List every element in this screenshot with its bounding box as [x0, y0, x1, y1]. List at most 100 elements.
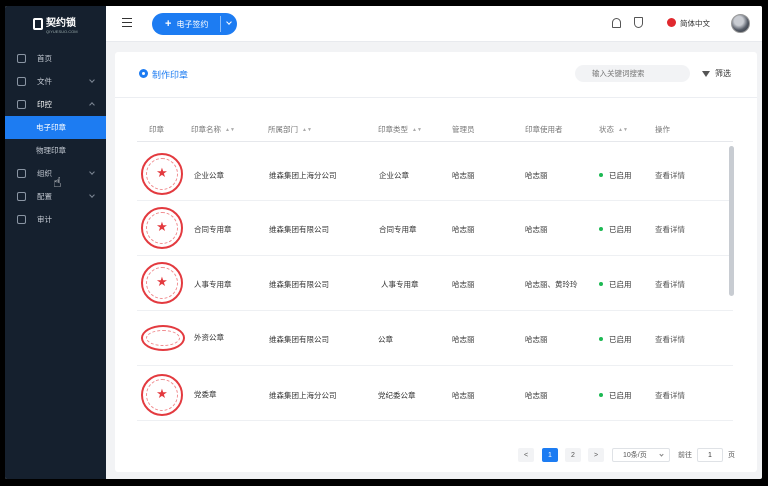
- logo-subtext: QIYUESUO.COM: [46, 29, 78, 34]
- seal-name: 党委章: [194, 390, 217, 399]
- page-size-value: 10条/页: [623, 452, 647, 459]
- home-icon: [17, 54, 26, 63]
- status-badge: 已启用: [599, 224, 632, 235]
- next-page-button[interactable]: >: [588, 448, 604, 462]
- user-icon: [17, 100, 26, 109]
- page-unit-label: 页: [728, 452, 735, 459]
- status-text: 已启用: [609, 171, 632, 180]
- goto-page-input[interactable]: 1: [697, 448, 723, 462]
- column-header-dept[interactable]: 所属部门 ▲▼: [268, 124, 312, 135]
- sidebar-item-label: 组织: [37, 169, 52, 178]
- sidebar-item-home[interactable]: 首页: [5, 47, 106, 70]
- menu-collapse-icon[interactable]: [122, 18, 132, 27]
- avatar[interactable]: [731, 14, 750, 33]
- column-label: 所属部门: [268, 125, 298, 134]
- make-seal-link[interactable]: 制作印章: [152, 68, 188, 81]
- search-input[interactable]: [575, 65, 690, 82]
- view-details-link[interactable]: 查看详情: [655, 334, 685, 345]
- seal-image: ★: [141, 207, 183, 249]
- seal-admin: 哈志丽: [452, 335, 475, 344]
- filter-button[interactable]: 筛选: [702, 68, 731, 79]
- chevron-down-icon[interactable]: [226, 19, 232, 25]
- status-badge: 已启用: [599, 334, 632, 345]
- seal-dept: 维森集团有限公司: [269, 225, 329, 234]
- panel-header: 制作印章 筛选: [115, 52, 757, 98]
- view-details-link[interactable]: 查看详情: [655, 390, 685, 401]
- sidebar-item-files[interactable]: 文件: [5, 70, 106, 93]
- seal-image: [141, 325, 185, 351]
- seal-type: 党纪委公章: [378, 391, 416, 400]
- sidebar-item-physical-seal[interactable]: 物理印章: [5, 139, 106, 162]
- seal-admin: 哈志丽: [452, 171, 475, 180]
- sort-icon[interactable]: ▲▼: [302, 127, 312, 133]
- language-selector[interactable]: 简体中文: [680, 18, 710, 29]
- status-dot-icon: [599, 337, 603, 341]
- chevron-up-icon: [89, 102, 95, 108]
- bell-icon[interactable]: [612, 18, 621, 28]
- status-dot-icon: [599, 173, 603, 177]
- button-divider: [220, 16, 221, 32]
- table-row: 外资公章 维森集团有限公司 公章 哈志丽 哈志丽 已启用 查看详情: [137, 311, 733, 366]
- sort-icon[interactable]: ▲▼: [225, 127, 235, 133]
- seal-users: 哈志丽: [525, 335, 548, 344]
- sort-icon[interactable]: ▲▼: [618, 127, 628, 133]
- seal-dept: 维森集团上海分公司: [269, 391, 337, 400]
- sidebar-item-label: 物理印章: [36, 146, 66, 155]
- status-text: 已启用: [609, 225, 632, 234]
- page-size-select[interactable]: 10条/页: [612, 448, 670, 462]
- logo: 契约锁 QIYUESUO.COM: [5, 6, 106, 42]
- column-header-type[interactable]: 印章类型 ▲▼: [378, 124, 422, 135]
- seal-image: ★: [141, 262, 183, 304]
- prev-page-button[interactable]: <: [518, 448, 534, 462]
- config-icon: [17, 192, 26, 201]
- sidebar-item-label: 审计: [37, 215, 52, 224]
- seal-type: 公章: [378, 335, 393, 344]
- seal-type: 合同专用章: [379, 225, 417, 234]
- new-esign-button[interactable]: + 电子签约: [152, 13, 237, 35]
- make-seal-icon[interactable]: [139, 69, 148, 78]
- seal-users: 哈志丽: [525, 171, 548, 180]
- seal-image: ★: [141, 153, 183, 195]
- seal-type: 企业公章: [379, 171, 409, 180]
- sort-icon[interactable]: ▲▼: [412, 127, 422, 133]
- seal-name: 合同专用章: [194, 225, 232, 234]
- chevron-down-icon: [659, 452, 664, 457]
- status-badge: 已启用: [599, 390, 632, 401]
- filter-icon: [702, 70, 710, 77]
- sidebar-item-label: 印控: [37, 100, 52, 109]
- table-row: ★ 合同专用章 维森集团有限公司 合同专用章 哈志丽 哈志丽 已启用 查看详情: [137, 201, 733, 256]
- seal-type: 人事专用章: [381, 280, 419, 289]
- column-header-status[interactable]: 状态 ▲▼: [599, 124, 628, 135]
- column-header-admin: 管理员: [452, 125, 475, 134]
- filter-label: 筛选: [715, 69, 731, 78]
- status-badge: 已启用: [599, 170, 632, 181]
- page-button-2[interactable]: 2: [565, 448, 581, 462]
- column-header-name[interactable]: 印章名称 ▲▼: [191, 124, 235, 135]
- status-dot-icon: [599, 393, 603, 397]
- seal-image: ★: [141, 374, 183, 416]
- file-icon: [17, 77, 26, 86]
- column-header-action: 操作: [655, 125, 670, 134]
- shield-icon[interactable]: [634, 17, 643, 28]
- view-details-link[interactable]: 查看详情: [655, 170, 685, 181]
- column-label: 状态: [599, 125, 614, 134]
- new-esign-label: 电子签约: [176, 19, 209, 29]
- seal-name: 外资公章: [194, 333, 224, 342]
- column-label: 印章类型: [378, 125, 408, 134]
- table-row: ★ 党委章 维森集团上海分公司 党纪委公章 哈志丽 哈志丽 已启用 查看详情: [137, 366, 733, 421]
- users-icon: [17, 169, 26, 178]
- sidebar-item-seal-control[interactable]: 印控: [5, 93, 106, 116]
- view-details-link[interactable]: 查看详情: [655, 279, 685, 290]
- view-details-link[interactable]: 查看详情: [655, 224, 685, 235]
- table-scrollbar[interactable]: [729, 146, 734, 296]
- seal-users: 哈志丽: [525, 225, 548, 234]
- column-header-seal: 印章: [149, 125, 164, 134]
- seal-admin: 哈志丽: [452, 280, 475, 289]
- sidebar-item-audit[interactable]: 审计: [5, 208, 106, 231]
- app-window: 契约锁 QIYUESUO.COM 首页 文件 印控 电子印章 物理印章 组织 配…: [5, 6, 762, 479]
- status-text: 已启用: [609, 335, 632, 344]
- sidebar-item-electronic-seal[interactable]: 电子印章: [5, 116, 106, 139]
- seal-name: 企业公章: [194, 171, 224, 180]
- seal-admin: 哈志丽: [452, 391, 475, 400]
- page-button-1[interactable]: 1: [542, 448, 558, 462]
